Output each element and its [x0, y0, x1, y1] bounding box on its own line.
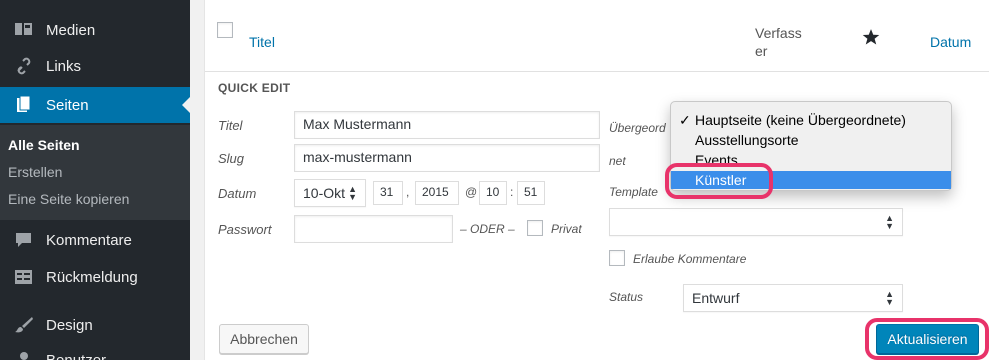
date-separator: ,	[406, 185, 410, 199]
status-select[interactable]: Entwurf ▲ ▼	[683, 284, 903, 312]
select-all-checkbox[interactable]	[217, 22, 233, 38]
slug-label: Slug	[218, 151, 245, 166]
sidebar-item-kommentare[interactable]: Kommentare	[0, 222, 190, 258]
column-header-date[interactable]: Datum	[930, 34, 971, 50]
feedback-icon	[12, 267, 36, 287]
column-header-title[interactable]: Titel	[249, 34, 275, 50]
highlight-ring-update	[865, 318, 989, 360]
table-header-row: Titel Verfasser Datum	[205, 0, 989, 72]
date-at-separator: @	[465, 185, 478, 199]
sidebar-item-label: Rückmeldung	[46, 268, 138, 286]
select-arrows-icon: ▲ ▼	[348, 184, 357, 202]
sidebar-item-rueckmeldung[interactable]: Rückmeldung	[0, 259, 190, 295]
date-year-field[interactable]: 2015	[415, 181, 459, 205]
comment-icon	[12, 230, 36, 250]
sidebar-item-label: Kommentare	[46, 231, 132, 249]
date-month-select[interactable]: 10-Okt ▲ ▼	[294, 179, 366, 207]
sidebar-item-links[interactable]: Links	[0, 48, 190, 84]
private-checkbox[interactable]	[527, 220, 543, 236]
private-label: Privat	[551, 222, 582, 236]
pages-submenu: Alle Seiten Erstellen Eine Seite kopiere…	[0, 125, 190, 220]
sidebar-item-label: Design	[46, 316, 93, 334]
status-label: Status	[609, 290, 644, 304]
cancel-button[interactable]: Abbrechen	[219, 324, 309, 354]
title-field[interactable]: Max Mustermann	[294, 111, 600, 139]
checkmark-icon: ✓	[679, 112, 691, 128]
sidebar-item-design[interactable]: Design	[0, 307, 190, 343]
date-month-value: 10-Okt	[303, 185, 346, 201]
or-separator: – ODER –	[460, 222, 515, 236]
date-label: Datum	[218, 186, 257, 201]
dropdown-option[interactable]: ✓ Hauptseite (keine Übergeordnete)	[671, 111, 951, 129]
submenu-item-alle-seiten[interactable]: Alle Seiten	[8, 137, 80, 153]
password-field[interactable]	[294, 215, 453, 243]
dropdown-option[interactable]: Ausstellungsorte	[671, 131, 951, 149]
date-minute-field[interactable]: 51	[517, 181, 545, 205]
allow-comments-label: Erlaube Kommentare	[633, 252, 747, 266]
submenu-item-seite-kopieren[interactable]: Eine Seite kopieren	[8, 191, 129, 207]
slug-field[interactable]: max-mustermann	[294, 144, 600, 172]
sidebar-item-label: Medien	[46, 21, 96, 39]
time-separator: :	[510, 185, 514, 199]
brush-icon	[12, 315, 36, 335]
date-hour-field[interactable]: 10	[479, 181, 507, 205]
date-day-field[interactable]: 31	[373, 181, 403, 205]
dropdown-option-label: Hauptseite (keine Übergeordnete)	[695, 112, 906, 128]
sidebar-item-label: Benutzer	[46, 351, 107, 360]
highlight-ring-kuenstler	[665, 163, 773, 199]
sidebar-item-medien[interactable]: Medien	[0, 12, 190, 48]
column-header-author: Verfasser	[755, 25, 802, 59]
sidebar-item-benutzer[interactable]: Benutzer	[0, 342, 190, 360]
quick-edit-heading: QUICK EDIT	[218, 81, 291, 95]
password-label: Passwort	[218, 222, 272, 237]
user-icon	[12, 350, 36, 360]
sidebar-item-label: Seiten	[46, 96, 89, 114]
sidebar-item-label: Links	[46, 57, 82, 75]
parent-label: Übergeordnet	[609, 121, 666, 168]
star-icon[interactable]	[862, 28, 880, 49]
pages-icon	[12, 95, 36, 115]
template-label: Template	[609, 185, 658, 199]
select-arrows-icon: ▲ ▼	[885, 289, 894, 307]
select-arrows-icon: ▲ ▼	[885, 213, 894, 231]
media-icon	[12, 20, 36, 40]
status-value: Entwurf	[692, 290, 740, 306]
template-select[interactable]: ▲ ▼	[609, 208, 903, 236]
allow-comments-checkbox[interactable]	[609, 250, 625, 266]
admin-sidebar: Medien Links Seiten Alle Seiten Erstelle…	[0, 0, 190, 360]
link-icon	[12, 56, 36, 76]
sidebar-item-seiten[interactable]: Seiten	[0, 87, 190, 123]
title-label: Titel	[218, 118, 243, 133]
submenu-item-erstellen[interactable]: Erstellen	[8, 164, 62, 180]
